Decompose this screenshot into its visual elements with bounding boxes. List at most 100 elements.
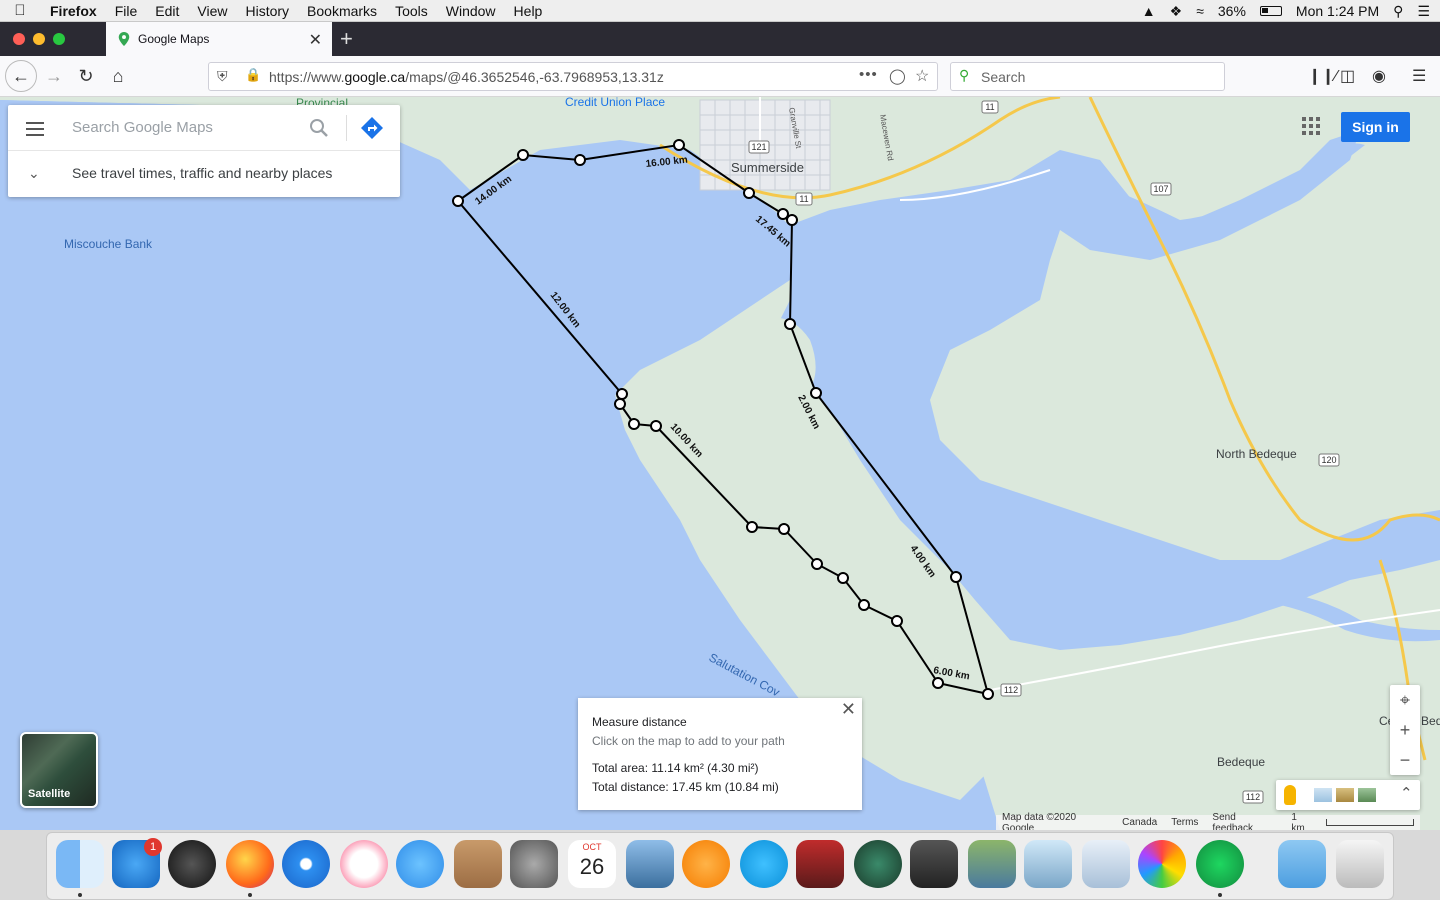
travel-times-text[interactable]: See travel times, traffic and nearby pla… (72, 165, 332, 181)
apple-menu-icon[interactable]:  (0, 2, 40, 19)
window-minimize-button[interactable] (33, 33, 45, 45)
send-feedback-link[interactable]: Send feedback (1212, 812, 1277, 831)
wifi-icon[interactable]: ≈ (1196, 3, 1204, 19)
maps-menu-icon[interactable] (26, 122, 44, 140)
layer-thumb-icon[interactable] (1358, 788, 1376, 802)
page-actions-icon[interactable]: ••• (859, 66, 878, 83)
itunes-icon[interactable] (340, 840, 388, 888)
measure-point (810, 387, 822, 399)
menu-help[interactable]: Help (505, 3, 552, 19)
tracking-shield-icon[interactable]: ⛨ (217, 68, 228, 85)
map-attribution: Map data ©2020 Google Canada Terms Send … (996, 812, 1420, 831)
system-preferences-icon[interactable] (510, 840, 558, 888)
map-canvas[interactable]: 11 121 11 107 120 112 112 Provincial Cre… (0, 97, 1440, 830)
url-domain: google.ca (344, 68, 406, 85)
url-bar[interactable]: ⛨ 🔒 https://www.google.ca/maps/@46.36525… (208, 62, 938, 91)
notification-triangle-icon[interactable]: ▲ (1142, 3, 1156, 19)
zoom-in-button[interactable]: + (1390, 715, 1420, 745)
window-zoom-button[interactable] (53, 33, 65, 45)
new-tab-plus-icon[interactable]: + (340, 26, 353, 52)
menu-window[interactable]: Window (437, 3, 505, 19)
iphoto-icon[interactable] (1024, 840, 1072, 888)
satellite-label: Satellite (28, 788, 71, 800)
menu-bookmarks[interactable]: Bookmarks (298, 3, 386, 19)
satellite-toggle-button[interactable]: Satellite (20, 732, 98, 808)
tab-close-icon[interactable]: ✕ (309, 30, 322, 50)
maps-search-input[interactable]: Search Google Maps (72, 119, 213, 136)
messages-icon[interactable] (396, 840, 444, 888)
preview-icon[interactable] (626, 840, 674, 888)
library-icon[interactable]: ❙❙∕ (1308, 66, 1337, 86)
url-path: /maps/@46.3652546,-63.7968953,13.31z (405, 68, 664, 85)
measure-point (950, 571, 962, 583)
battery-percent[interactable]: 36% (1218, 3, 1246, 19)
photo-booth-icon[interactable] (796, 840, 844, 888)
contacts-icon[interactable] (454, 840, 502, 888)
image-capture-icon[interactable] (910, 840, 958, 888)
browser-toolbar: ← → ↻ ⌂ ⛨ 🔒 https://www.google.ca/maps/@… (0, 56, 1440, 97)
spotlight-search-icon[interactable]: ⚲ (1393, 3, 1403, 20)
window-close-button[interactable] (13, 33, 25, 45)
calendar-icon[interactable]: OCT 26 (568, 840, 616, 888)
menu-view[interactable]: View (188, 3, 236, 19)
sign-in-button[interactable]: Sign in (1341, 112, 1410, 142)
sidebar-icon[interactable]: ◫ (1340, 66, 1355, 86)
expand-up-icon[interactable]: ⌃ (1400, 784, 1413, 802)
my-location-icon[interactable]: ⌖ (1390, 685, 1420, 715)
chevron-down-icon[interactable]: ⌄ (28, 165, 40, 182)
time-machine-icon[interactable] (854, 840, 902, 888)
notification-center-icon[interactable]: ☰ (1417, 3, 1430, 20)
photos-icon[interactable] (1138, 840, 1186, 888)
home-icon[interactable]: ⌂ (104, 62, 132, 90)
menu-tools[interactable]: Tools (386, 3, 437, 19)
measure-point (811, 558, 823, 570)
shield-121: 121 (751, 142, 766, 152)
measure-point (837, 572, 849, 584)
terms-link[interactable]: Terms (1171, 817, 1198, 828)
firefox-icon[interactable] (226, 840, 274, 888)
battery-icon[interactable] (1259, 6, 1282, 16)
layer-thumb-icon[interactable] (1314, 788, 1332, 802)
photo-theater-icon[interactable] (968, 840, 1016, 888)
search-icon[interactable] (308, 117, 330, 139)
ibooks-icon[interactable] (682, 840, 730, 888)
menu-edit[interactable]: Edit (146, 3, 188, 19)
menu-file[interactable]: File (106, 3, 147, 19)
browser-search-input[interactable]: ⚲ Search (950, 62, 1225, 91)
dropbox-icon[interactable]: ❖ (1170, 3, 1183, 20)
label-credit-union-place: Credit Union Place (565, 97, 665, 109)
reload-icon[interactable]: ↻ (72, 62, 100, 90)
browser-search-placeholder: Search (981, 68, 1026, 85)
lock-icon[interactable]: 🔒 (245, 67, 261, 83)
directions-icon[interactable] (360, 116, 384, 140)
menu-history[interactable]: History (236, 3, 298, 19)
spotify-icon[interactable] (1196, 840, 1244, 888)
back-arrow-icon[interactable]: ← (5, 60, 37, 92)
skype-icon[interactable] (740, 840, 788, 888)
region-link[interactable]: Canada (1122, 817, 1157, 828)
finder-icon[interactable] (56, 840, 104, 888)
scale-text[interactable]: 1 km (1291, 812, 1312, 831)
forward-arrow-icon[interactable]: → (40, 62, 68, 90)
tab-google-maps[interactable]: Google Maps ✕ (106, 22, 332, 56)
close-icon[interactable]: ✕ (841, 699, 856, 720)
dashboard-icon[interactable] (168, 840, 216, 888)
trash-icon[interactable] (1336, 840, 1384, 888)
pegman-street-view-icon[interactable] (1284, 785, 1296, 805)
shield-112-a: 112 (1004, 685, 1018, 695)
pocket-icon[interactable]: ◯ (889, 67, 906, 85)
scale-bar (1326, 819, 1415, 826)
safari-icon[interactable] (282, 840, 330, 888)
travel-times-row[interactable]: ⌄ See travel times, traffic and nearby p… (8, 151, 400, 197)
bookmark-star-icon[interactable]: ☆ (915, 66, 929, 86)
zoom-out-button[interactable]: − (1390, 745, 1420, 775)
hamburger-menu-icon[interactable]: ☰ (1412, 66, 1426, 86)
downloads-folder-icon[interactable] (1278, 840, 1326, 888)
url-text[interactable]: https://www.google.ca/maps/@46.3652546,-… (269, 69, 664, 85)
menubar-clock[interactable]: Mon 1:24 PM (1296, 3, 1379, 19)
layer-thumb-icon[interactable] (1336, 788, 1354, 802)
account-icon[interactable]: ◉ (1372, 66, 1386, 86)
google-apps-icon[interactable] (1302, 117, 1320, 135)
menu-app-name[interactable]: Firefox (40, 3, 106, 19)
preview-2-icon[interactable] (1082, 840, 1130, 888)
